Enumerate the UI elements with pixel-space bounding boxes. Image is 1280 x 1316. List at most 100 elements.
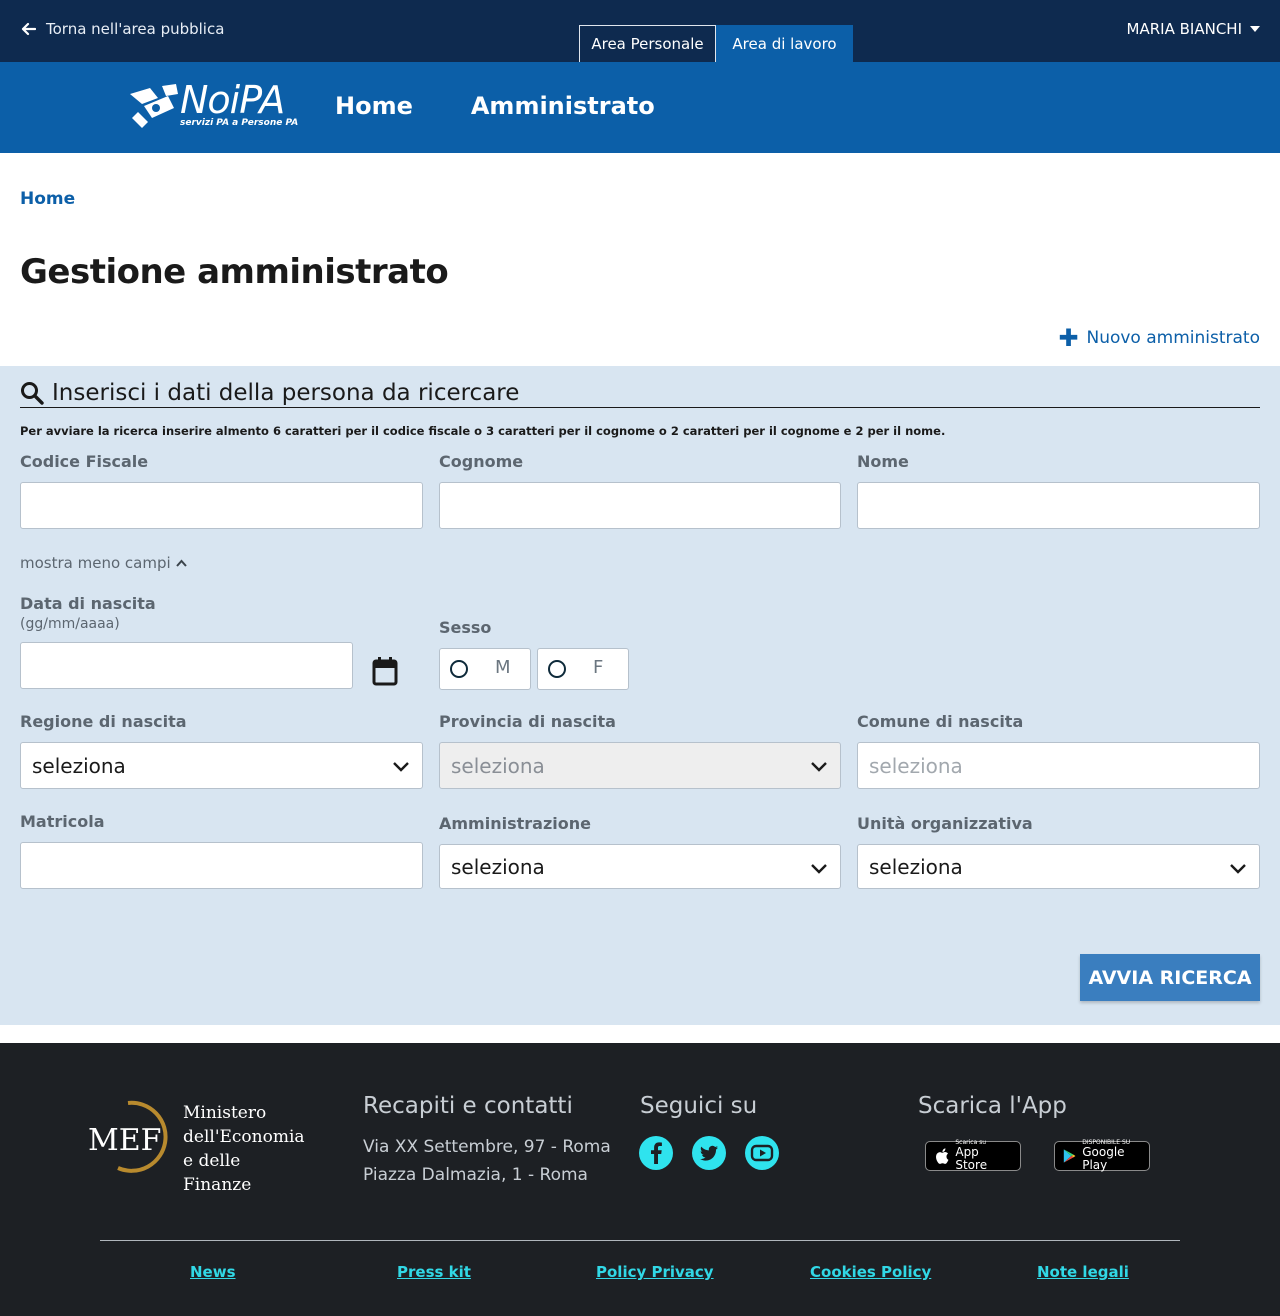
- page-title: Gestione amministrato: [20, 252, 449, 292]
- back-link-label: Torna nell'area pubblica: [46, 20, 225, 38]
- provincia-value: seleziona: [451, 753, 545, 778]
- back-to-public-link[interactable]: Torna nell'area pubblica: [20, 20, 224, 38]
- unita-select[interactable]: seleziona: [857, 844, 1260, 889]
- main-header: NoiPA servizi PA a Persone PA Home Ammin…: [0, 62, 1280, 153]
- app-store-label: App Store: [955, 1145, 988, 1172]
- cognome-input[interactable]: [439, 482, 841, 529]
- regione-label: Regione di nascita: [20, 712, 187, 731]
- app-title: Scarica l'App: [918, 1093, 1067, 1119]
- facebook-icon[interactable]: [638, 1135, 674, 1171]
- nome-label: Nome: [857, 452, 909, 471]
- new-amministrato-link[interactable]: ✚ Nuovo amministrato: [1058, 324, 1260, 352]
- comune-label: Comune di nascita: [857, 712, 1024, 731]
- google-play-label: Google Play: [1082, 1145, 1125, 1172]
- footer-link-cookies-policy[interactable]: Cookies Policy: [810, 1263, 931, 1281]
- search-icon: [21, 381, 44, 405]
- chevron-up-icon: [175, 559, 187, 567]
- google-play-text: DISPONIBILE SU Google Play: [1082, 1140, 1141, 1172]
- search-panel-title: Inserisci i dati della persona da ricerc…: [52, 379, 520, 406]
- regione-value: seleziona: [32, 753, 126, 778]
- noipa-logo-mark-icon: [130, 84, 178, 128]
- footer-link-note-legali[interactable]: Note legali: [1037, 1263, 1129, 1281]
- apple-icon: [936, 1148, 949, 1164]
- user-menu[interactable]: MARIA BIANCHI: [1127, 20, 1260, 38]
- footer-link-policy-privacy[interactable]: Policy Privacy: [596, 1263, 714, 1281]
- app-store-text: Scarica su App Store: [955, 1140, 1012, 1172]
- sesso-label: Sesso: [439, 618, 492, 637]
- amministrazione-label: Amministrazione: [439, 814, 591, 833]
- footer: MEF Ministero dell'Economia e delle Fina…: [0, 1043, 1280, 1316]
- mef-line-3: e delle Finanze: [183, 1151, 252, 1195]
- sesso-f-label: F: [593, 657, 604, 678]
- comune-placeholder: seleziona: [869, 753, 963, 778]
- mef-line-2: dell'Economia: [183, 1127, 305, 1147]
- nome-input[interactable]: [857, 482, 1260, 529]
- mef-logo[interactable]: MEF Ministero dell'Economia e delle Fina…: [88, 1098, 308, 1195]
- avvia-ricerca-button[interactable]: AVVIA RICERCA: [1080, 954, 1260, 1001]
- codice-fiscale-input[interactable]: [20, 482, 423, 529]
- noipa-logo[interactable]: NoiPA servizi PA a Persone PA: [128, 78, 303, 134]
- nav-amministrato[interactable]: Amministrato: [471, 92, 655, 120]
- sesso-radio-m[interactable]: M: [439, 648, 531, 690]
- address-2: Piazza Dalmazia, 1 - Roma: [363, 1165, 588, 1185]
- footer-link-press-kit[interactable]: Press kit: [397, 1263, 471, 1281]
- regione-select[interactable]: seleziona: [20, 742, 423, 789]
- sesso-radio-f[interactable]: F: [537, 648, 629, 690]
- address-1: Via XX Settembre, 97 - Roma: [363, 1137, 611, 1157]
- unita-value: seleziona: [869, 854, 963, 879]
- calendar-icon[interactable]: [372, 656, 398, 686]
- social-title: Seguici su: [640, 1093, 758, 1119]
- data-nascita-input[interactable]: [20, 642, 353, 689]
- cognome-label: Cognome: [439, 452, 524, 471]
- breadcrumb-home[interactable]: Home: [20, 189, 75, 209]
- chevron-down-icon: [811, 762, 827, 772]
- amministrazione-select[interactable]: seleziona: [439, 844, 841, 889]
- provincia-select[interactable]: seleziona: [439, 742, 841, 789]
- user-name: MARIA BIANCHI: [1126, 20, 1242, 38]
- mef-line-1: Ministero: [183, 1103, 267, 1123]
- google-play-badge[interactable]: DISPONIBILE SU Google Play: [1054, 1140, 1150, 1172]
- new-amministrato-label: Nuovo amministrato: [1086, 328, 1260, 348]
- chevron-down-icon: [1230, 864, 1246, 874]
- provincia-label: Provincia di nascita: [439, 712, 616, 731]
- tab-area-di-lavoro[interactable]: Area di lavoro: [716, 25, 853, 62]
- contacts-title: Recapiti e contatti: [363, 1093, 573, 1119]
- tab-area-personale[interactable]: Area Personale: [579, 25, 716, 62]
- twitter-icon[interactable]: [691, 1135, 727, 1171]
- search-panel: Inserisci i dati della persona da ricerc…: [0, 366, 1280, 1025]
- youtube-icon[interactable]: [744, 1135, 780, 1171]
- mef-logo-text: MEF: [88, 1123, 161, 1158]
- amministrazione-value: seleziona: [451, 854, 545, 879]
- brand-tagline: servizi PA a Persone PA: [180, 118, 299, 128]
- plus-icon: ✚: [1058, 324, 1079, 352]
- show-less-fields-link[interactable]: mostra meno campi: [20, 554, 187, 572]
- google-play-icon: [1063, 1149, 1076, 1163]
- chevron-down-icon: [393, 762, 409, 772]
- codice-fiscale-label: Codice Fiscale: [20, 452, 149, 471]
- radio-circle-icon: [548, 660, 566, 678]
- mef-name: Ministero dell'Economia e delle Finanze: [183, 1101, 308, 1197]
- caret-down-icon: [1250, 26, 1260, 32]
- show-less-fields-label: mostra meno campi: [20, 554, 171, 572]
- data-nascita-label: Data di nascita: [20, 594, 156, 613]
- main-nav: Home Amministrato: [335, 92, 655, 120]
- brand-name: NoiPA: [180, 78, 285, 122]
- footer-divider: [100, 1240, 1180, 1241]
- mef-logo-mark-icon: MEF: [88, 1100, 168, 1173]
- top-bar: Torna nell'area pubblica Area Personale …: [0, 0, 1280, 62]
- nav-home[interactable]: Home: [335, 92, 413, 120]
- search-hint: Per avviare la ricerca inserire almento …: [20, 424, 946, 438]
- app-store-badge[interactable]: Scarica su App Store: [925, 1140, 1021, 1172]
- unita-label: Unità organizzativa: [857, 814, 1033, 833]
- chevron-down-icon: [811, 864, 827, 874]
- matricola-label: Matricola: [20, 812, 105, 831]
- footer-link-news[interactable]: News: [190, 1263, 236, 1281]
- matricola-input[interactable]: [20, 842, 423, 889]
- comune-input[interactable]: seleziona: [857, 742, 1260, 789]
- sesso-m-label: M: [495, 657, 511, 678]
- data-nascita-format: (gg/mm/aaaa): [20, 616, 120, 632]
- search-panel-header: Inserisci i dati della persona da ricerc…: [20, 378, 1260, 408]
- area-tabs: Area Personale Area di lavoro: [579, 25, 853, 62]
- arrow-left-icon: [21, 22, 36, 36]
- radio-circle-icon: [450, 660, 468, 678]
